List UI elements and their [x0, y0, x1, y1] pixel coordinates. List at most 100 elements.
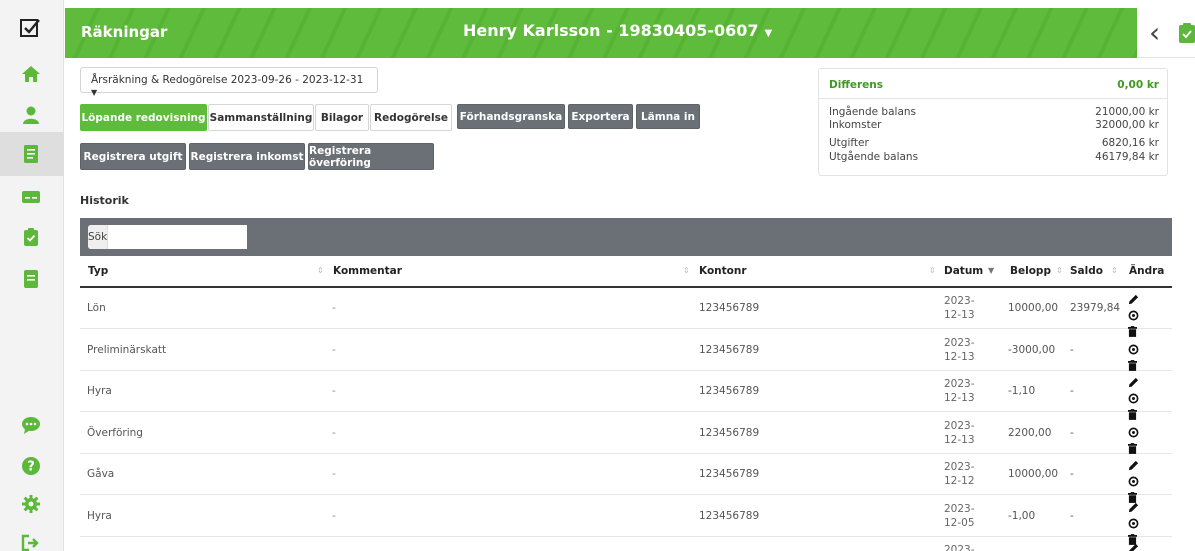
register-expense-button[interactable]: Registrera utgift: [80, 143, 186, 170]
cell-datum: 2023-11-: [944, 544, 975, 551]
col-kommentar[interactable]: Kommentar: [333, 265, 402, 277]
cell-saldo: -: [1070, 343, 1074, 356]
cell-saldo: -: [1070, 426, 1074, 439]
table-row[interactable]: Hyra - 123456789 2023-12-13 -1,10 -: [80, 371, 1172, 420]
cell-datum: 2023-12-05: [944, 502, 975, 529]
clipboard-check-icon[interactable]: [20, 226, 42, 248]
preview-button[interactable]: Förhandsgranska: [457, 104, 565, 129]
user-icon[interactable]: [20, 104, 42, 126]
back-chevron-icon[interactable]: ‹: [1149, 16, 1160, 49]
cell-datum: 2023-12-13: [944, 378, 975, 404]
col-andra: Ändra: [1129, 265, 1165, 277]
col-belopp[interactable]: Belopp: [1010, 265, 1051, 277]
document-icon[interactable]: [20, 268, 42, 290]
sort-icon: ⇕: [1111, 266, 1118, 275]
summary-title: Differens: [829, 79, 883, 91]
client-selector[interactable]: Henry Karlsson - 19830405-0607 ▼: [463, 21, 772, 40]
cell-belopp: -1,00: [1008, 509, 1036, 522]
table-row[interactable]: Överföring - 123456789 2023-12-13 2200,00 -: [80, 413, 1172, 454]
eye-icon[interactable]: [1128, 310, 1139, 326]
chevron-down-icon: ▼: [764, 28, 773, 39]
table-row[interactable]: Lön - 123456789 2023-12-13 10000,00 23979,84: [80, 288, 1172, 337]
register-transfer-button[interactable]: Registrera överföring: [308, 143, 434, 170]
cell-saldo: 23979,84: [1070, 302, 1121, 314]
eye-icon[interactable]: [1128, 344, 1139, 360]
summary-total: 0,00 kr: [1117, 79, 1159, 91]
eye-icon[interactable]: [1128, 476, 1139, 492]
clipboard-check-icon-panel[interactable]: [1179, 22, 1195, 44]
pencil-icon[interactable]: [1128, 502, 1139, 518]
home-icon[interactable]: [20, 63, 42, 85]
receipt-icon[interactable]: [20, 143, 42, 165]
summary-row: Inkomster 32000,00 kr: [829, 119, 1159, 131]
cell-typ: Gåva: [87, 468, 115, 480]
summary-row: Ingående balans 21000,00 kr: [829, 106, 1159, 118]
cell-typ: Lön: [87, 302, 106, 314]
period-select[interactable]: Årsräkning & Redogörelse 2023-09-26 - 20…: [80, 67, 378, 97]
cell-typ: Hyra: [87, 509, 112, 522]
table-toolbar: Sök: [80, 218, 1172, 256]
cell-kommentar: -: [332, 509, 336, 522]
pencil-icon[interactable]: [1128, 460, 1139, 476]
tab-redogorelse[interactable]: Redogörelse: [370, 104, 452, 131]
tab-bilagor[interactable]: Bilagor: [315, 104, 369, 131]
search-label: Sök: [88, 225, 109, 249]
register-income-button[interactable]: Registrera inkomst: [189, 143, 305, 170]
col-saldo[interactable]: Saldo: [1070, 265, 1103, 277]
pencil-icon[interactable]: [1128, 543, 1139, 551]
card-icon[interactable]: [20, 186, 42, 208]
sort-icon: ⇕: [317, 266, 324, 275]
cell-typ: Preliminärskatt: [87, 343, 167, 356]
submit-button[interactable]: Lämna in: [636, 104, 700, 129]
sort-icon: ⇕: [929, 266, 936, 275]
summary-label: Utgifter: [829, 137, 869, 149]
cell-kommentar: -: [332, 426, 336, 439]
page-title: Räkningar: [81, 23, 168, 41]
right-panel-header: ‹: [1137, 8, 1195, 58]
top-header-bar: Räkningar Henry Karlsson - 19830405-0607…: [65, 8, 1137, 58]
eye-icon[interactable]: [1128, 518, 1139, 534]
cell-kommentar: -: [332, 468, 336, 480]
cell-kommentar: -: [332, 385, 336, 397]
pencil-icon[interactable]: [1128, 294, 1139, 310]
col-datum[interactable]: Datum: [944, 265, 983, 277]
sidebar: ?: [0, 0, 64, 551]
eye-icon[interactable]: [1128, 393, 1139, 409]
summary-row: Utgående balans 46179,84 kr: [829, 151, 1159, 163]
cell-datum: 2023-12-13: [944, 336, 975, 363]
chat-icon[interactable]: [20, 414, 42, 436]
export-button[interactable]: Exportera: [568, 104, 633, 129]
period-select-value: Årsräkning & Redogörelse 2023-09-26 - 20…: [91, 74, 364, 86]
cell-kontonr: 123456789: [699, 385, 760, 397]
table-row[interactable]: Gåva -123456789 2023-12-12 10000,00-: [80, 454, 1172, 503]
col-kontonr[interactable]: Kontonr: [699, 265, 747, 277]
col-typ[interactable]: Typ: [88, 265, 108, 277]
tab-sammanstallning[interactable]: Sammanställning: [208, 104, 314, 131]
cell-kontonr: 123456789: [699, 426, 760, 439]
search-input[interactable]: [108, 225, 248, 249]
help-icon[interactable]: ?: [20, 455, 42, 477]
gear-icon[interactable]: [20, 493, 42, 515]
cell-saldo: -: [1070, 509, 1074, 522]
table-row[interactable]: Hyra - 123456789 2023-12-05 -1,00 -: [80, 496, 1172, 545]
checklist-logo-icon[interactable]: [19, 17, 41, 39]
table-row[interactable]: 2023-11-: [80, 537, 1172, 551]
sort-icon: ⇕: [683, 266, 690, 275]
summary-value: 46179,84 kr: [1095, 151, 1159, 163]
eye-icon[interactable]: [1128, 427, 1139, 443]
cell-belopp: 2200,00: [1008, 426, 1052, 439]
cell-kontonr: 123456789: [699, 343, 760, 356]
cell-belopp: -1,10: [1008, 385, 1036, 397]
cell-belopp: 10000,00: [1008, 302, 1059, 314]
summary-row: Utgifter 6820,16 kr: [829, 137, 1159, 149]
summary-label: Inkomster: [829, 119, 882, 131]
summary-value: 21000,00 kr: [1095, 106, 1159, 118]
svg-text:?: ?: [27, 460, 35, 475]
table-header: Typ ⇕ Kommentar ⇕ Kontonr ⇕ Datum ▼ Belo…: [80, 256, 1172, 288]
tab-lopande-redovisning[interactable]: Löpande redovisning: [80, 104, 207, 131]
cell-kommentar: -: [332, 302, 336, 314]
logout-icon[interactable]: [20, 532, 42, 551]
pencil-icon[interactable]: [1128, 377, 1139, 393]
table-row[interactable]: Preliminärskatt - 123456789 2023-12-13 -3000…: [80, 330, 1172, 371]
cell-kontonr: 123456789: [699, 509, 760, 522]
